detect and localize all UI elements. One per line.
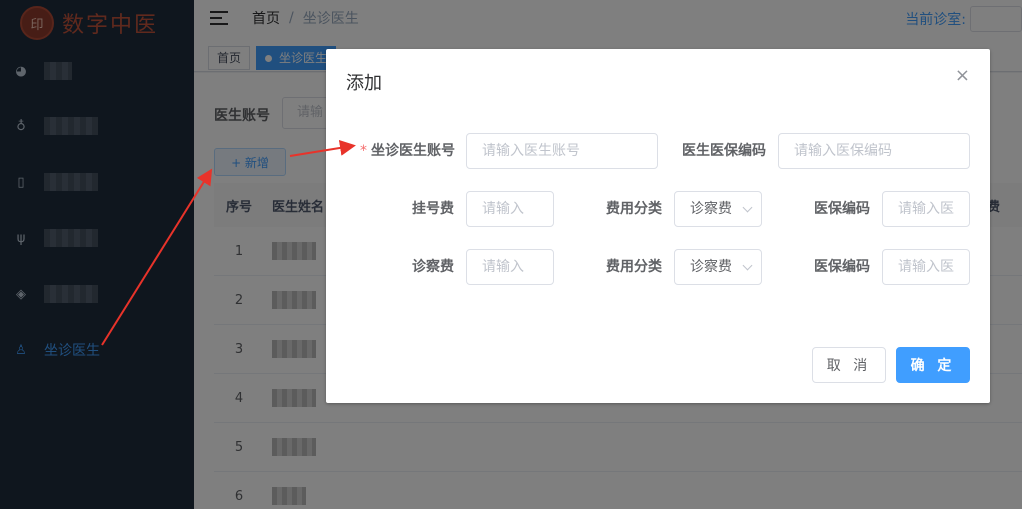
close-icon[interactable]: × xyxy=(955,67,970,85)
select-value: 诊察费 xyxy=(690,201,732,217)
insurance-code-label: 医生医保编码 xyxy=(682,143,766,159)
required-mark: * xyxy=(360,143,367,159)
registration-fee-label: 挂号费 xyxy=(412,201,454,217)
registration-category-select[interactable]: 诊察费 xyxy=(674,191,762,227)
registration-insurance-label: 医保编码 xyxy=(814,201,870,217)
confirm-button[interactable]: 确 定 xyxy=(896,347,970,383)
insurance-code-input[interactable]: 请输入医保编码 xyxy=(778,133,970,169)
dialog-title: 添加 xyxy=(346,73,382,94)
consultation-fee-input[interactable]: 请输入 xyxy=(466,249,554,285)
registration-insurance-input[interactable]: 请输入医 xyxy=(882,191,970,227)
select-value: 诊察费 xyxy=(690,259,732,275)
chevron-down-icon xyxy=(742,260,753,271)
consultation-insurance-input[interactable]: 请输入医 xyxy=(882,249,970,285)
add-doctor-dialog: 添加 × * 坐诊医生账号 请输入医生账号 医生医保编码 请输入医保编码 挂号费 … xyxy=(326,49,990,403)
account-label: * 坐诊医生账号 xyxy=(360,143,455,159)
consultation-insurance-label: 医保编码 xyxy=(814,259,870,275)
registration-category-label: 费用分类 xyxy=(606,201,662,217)
consultation-category-label: 费用分类 xyxy=(606,259,662,275)
consultation-fee-label: 诊察费 xyxy=(412,259,454,275)
registration-fee-input[interactable]: 请输入 xyxy=(466,191,554,227)
chevron-down-icon xyxy=(742,202,753,213)
cancel-button[interactable]: 取 消 xyxy=(812,347,886,383)
consultation-category-select[interactable]: 诊察费 xyxy=(674,249,762,285)
doctor-account-input[interactable]: 请输入医生账号 xyxy=(466,133,658,169)
